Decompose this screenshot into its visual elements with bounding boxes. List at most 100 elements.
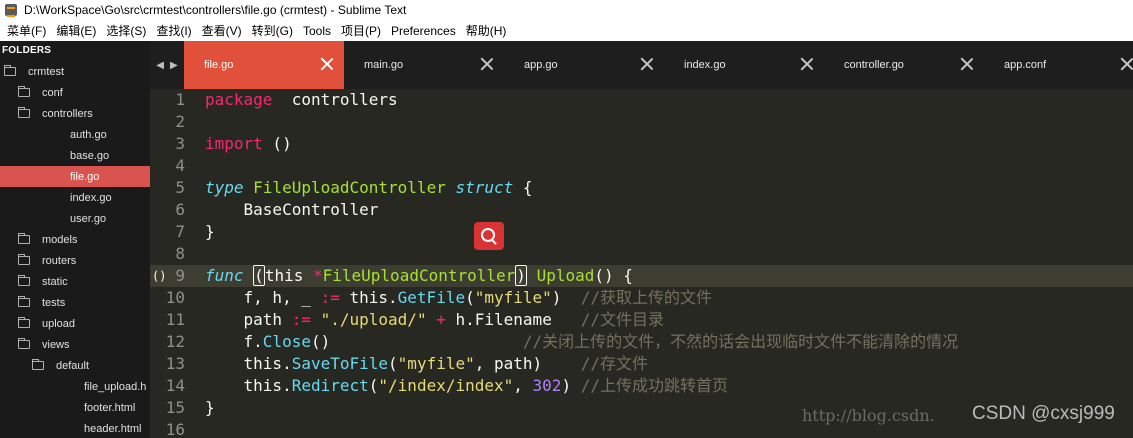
code-token: ) (515, 265, 527, 286)
code-line[interactable]: 14 this.Redirect("/index/index", 302) //… (150, 375, 1133, 397)
tab-label: file.go (204, 59, 234, 71)
line-number: 2 (175, 112, 185, 131)
tab-4[interactable]: controller.go (824, 41, 984, 89)
sidebar-file[interactable]: base.go (0, 145, 150, 166)
code-token: Upload (536, 266, 595, 285)
tab-scroll-arrows[interactable]: ◀ ▶ (150, 55, 184, 75)
code-token: ( (465, 288, 475, 307)
menu-find[interactable]: 查找(I) (151, 22, 196, 39)
code-text: func (this *FileUploadController) Upload… (205, 265, 633, 287)
sidebar-file[interactable]: index.go (0, 187, 150, 208)
sidebar-folder[interactable]: default (0, 355, 150, 376)
tab-close-icon[interactable] (1120, 57, 1133, 71)
search-icon[interactable] (474, 222, 504, 250)
sidebar-folder[interactable]: static (0, 271, 150, 292)
code-line[interactable]: 4 (150, 155, 1133, 177)
tab-close-icon[interactable] (320, 57, 334, 71)
code-text: package controllers (205, 89, 398, 111)
menu-project[interactable]: 项目(P) (336, 22, 386, 39)
code-text: path := "./upload/" + h.Filename //文件目录 (205, 309, 664, 331)
code-token: Redirect (291, 376, 369, 395)
sidebar-folder[interactable]: crmtest (0, 61, 150, 82)
menu-preferences[interactable]: Preferences (386, 24, 461, 38)
menu-goto[interactable]: 转到(G) (247, 22, 298, 39)
menu-selection[interactable]: 选择(S) (101, 22, 151, 39)
tab-label: index.go (684, 59, 726, 71)
sidebar-item-label: views (42, 338, 70, 351)
sidebar-file[interactable]: file_upload.h (0, 376, 150, 397)
tab-2[interactable]: app.go (504, 41, 664, 89)
menu-tools[interactable]: Tools (298, 24, 336, 38)
line-number: 1 (175, 90, 185, 109)
code-line[interactable]: 6 BaseController (150, 199, 1133, 221)
sidebar-file[interactable]: auth.go (0, 124, 150, 145)
sidebar-folder[interactable]: routers (0, 250, 150, 271)
code-text: f, h, _ := this.GetFile("myfile") //获取上传… (205, 287, 712, 309)
code-line[interactable]: 1 package controllers (150, 89, 1133, 111)
line-number: 10 (165, 288, 185, 307)
code-token: } (205, 398, 215, 417)
sidebar-item-label: controllers (42, 107, 93, 120)
code-line[interactable]: 2 (150, 111, 1133, 133)
menu-file[interactable]: 菜单(F) (2, 22, 51, 39)
tab-scroll-right-icon[interactable]: ▶ (170, 60, 178, 71)
tab-1[interactable]: main.go (344, 41, 504, 89)
code-token: * (312, 266, 323, 285)
code-line[interactable]: 8 (150, 243, 1133, 265)
code-token: GetFile (397, 288, 466, 307)
tab-3[interactable]: index.go (664, 41, 824, 89)
code-text: import () (205, 133, 292, 155)
code-line[interactable]: 5 type FileUploadController struct { (150, 177, 1133, 199)
code-text: f.Close() //关闭上传的文件，不然的话会出现临时文件不能清除的情况 (205, 331, 959, 353)
sidebar-folder[interactable]: tests (0, 292, 150, 313)
tab-close-icon[interactable] (640, 57, 654, 71)
tab-0[interactable]: file.go (184, 41, 344, 89)
code-line[interactable]: 9 func (this *FileUploadController) Uploa… (150, 265, 1133, 287)
code-line[interactable]: 7} (150, 221, 1133, 243)
sidebar-folder[interactable]: upload (0, 313, 150, 334)
code-line[interactable]: 13 this.SaveToFile("myfile", path) //存文件 (150, 353, 1133, 375)
tab-close-icon[interactable] (960, 57, 974, 71)
code-token: + (436, 310, 446, 329)
sidebar-file[interactable]: header.html (0, 418, 150, 438)
code-line[interactable]: 11 path := "./upload/" + h.Filename //文件… (150, 309, 1133, 331)
code-token: //文件目录 (580, 310, 664, 329)
code-line[interactable]: 12 f.Close() //关闭上传的文件，不然的话会出现临时文件不能清除的情… (150, 331, 1133, 353)
code-text: } (205, 397, 215, 419)
folder-icon (18, 296, 30, 307)
code-token: ( (368, 376, 379, 395)
menu-view[interactable]: 查看(V) (197, 22, 247, 39)
watermark-url: http://blog.csdn. (802, 406, 935, 425)
code-token: struct (455, 178, 514, 197)
code-token: "./upload/" (320, 310, 427, 329)
code-token: ) (561, 376, 581, 395)
sidebar-file[interactable]: file.go (0, 166, 150, 187)
sidebar-file[interactable]: footer.html (0, 397, 150, 418)
sidebar-folder[interactable]: conf (0, 82, 150, 103)
tab-scroll-left-icon[interactable]: ◀ (156, 60, 164, 71)
sidebar-folder[interactable]: controllers (0, 103, 150, 124)
code-line[interactable]: 3 import () (150, 133, 1133, 155)
sidebar-folder[interactable]: models (0, 229, 150, 250)
fold-marker-icon[interactable]: () (152, 269, 166, 283)
code-text: this.Redirect("/index/index", 302) //上传成… (205, 375, 728, 397)
tab-close-icon[interactable] (800, 57, 814, 71)
menu-help[interactable]: 帮助(H) (461, 22, 512, 39)
sublime-text-icon (4, 3, 18, 17)
line-number: 16 (165, 420, 185, 438)
code-text: BaseController (205, 199, 379, 221)
menu-edit[interactable]: 编辑(E) (51, 22, 101, 39)
code-line[interactable]: 10 f, h, _ := this.GetFile("myfile") //获… (150, 287, 1133, 309)
sidebar-item-label: auth.go (70, 128, 107, 141)
code-token: func (205, 266, 244, 285)
tab-5[interactable]: app.conf (984, 41, 1133, 89)
sidebar-folder[interactable]: views (0, 334, 150, 355)
tab-close-icon[interactable] (480, 57, 494, 71)
code-editor[interactable]: 1 package controllers 2 3 import () 4 5 type Fi… (150, 89, 1133, 438)
folder-icon (18, 86, 30, 97)
window-title: D:\WorkSpace\Go\src\crmtest\controllers\… (24, 3, 407, 17)
sidebar-file[interactable]: user.go (0, 208, 150, 229)
sidebar-item-label: file.go (70, 170, 100, 183)
code-token: h.Filename (445, 310, 581, 329)
code-text: type FileUploadController struct { (205, 177, 533, 199)
